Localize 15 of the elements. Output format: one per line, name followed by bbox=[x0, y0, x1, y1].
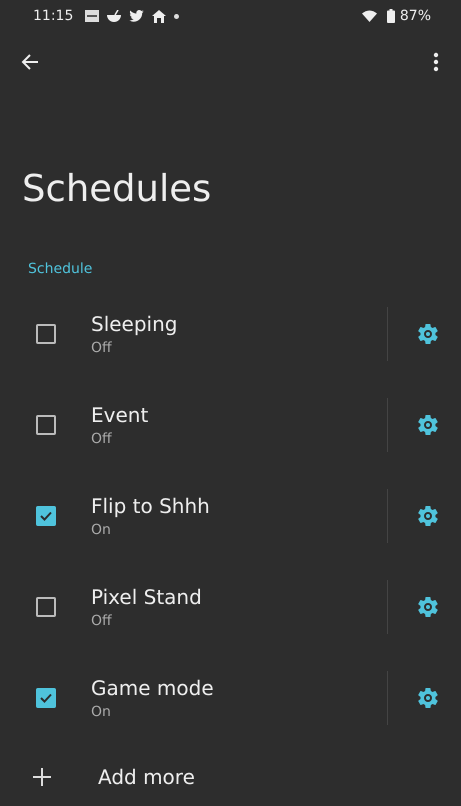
schedule-status: On bbox=[91, 704, 112, 720]
schedule-status: On bbox=[91, 522, 112, 538]
schedule-name[interactable]: Sleeping bbox=[91, 312, 387, 336]
schedule-name[interactable]: Flip to Shhh bbox=[91, 494, 387, 518]
add-more-button[interactable]: Add more bbox=[0, 755, 195, 799]
schedule-name[interactable]: Pixel Stand bbox=[91, 584, 387, 608]
schedule-status: Off bbox=[91, 430, 113, 446]
schedule-status: Off bbox=[91, 612, 113, 628]
schedule-name[interactable]: Event bbox=[91, 402, 387, 426]
section-header: Schedule bbox=[28, 261, 94, 279]
schedule-name[interactable]: Game mode bbox=[91, 676, 387, 700]
page-title: Schedules bbox=[22, 167, 212, 211]
schedule-status: Off bbox=[91, 340, 113, 356]
status-time: 11:15 bbox=[33, 8, 74, 24]
battery-percentage: 87% bbox=[400, 8, 431, 24]
